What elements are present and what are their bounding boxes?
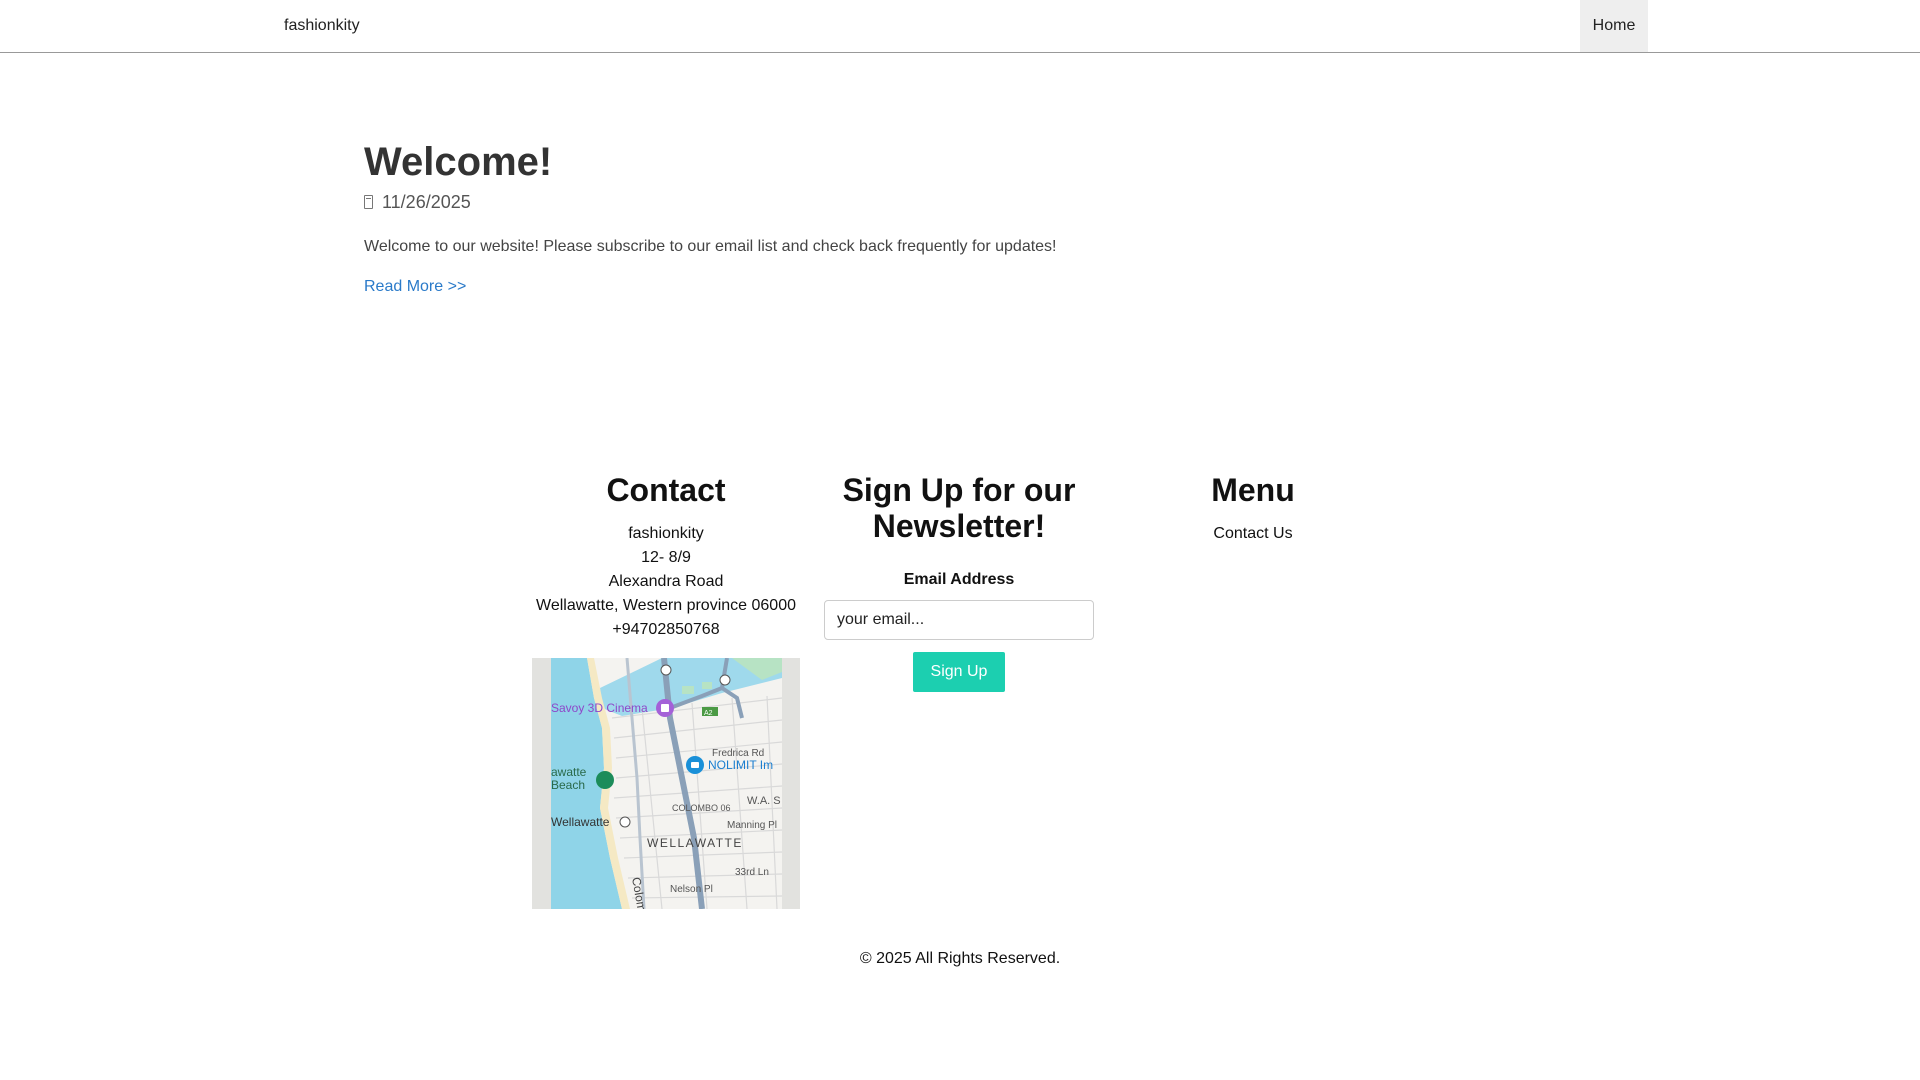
contact-address: fashionkity 12- 8/9 Alexandra Road Wella…: [532, 522, 800, 642]
menu-heading: Menu: [1211, 472, 1295, 508]
contact-line: Wellawatte, Western province 06000: [536, 597, 796, 614]
top-navbar: fashionkity Home: [0, 0, 1920, 53]
post-body: Welcome to our website! Please subscribe…: [364, 238, 1057, 255]
map-label: W.A. S: [747, 795, 781, 807]
map-label: A2: [704, 710, 713, 717]
map-label: NOLIMIT Im: [708, 758, 773, 772]
newsletter-column: Sign Up for our Newsletter! Email Addres…: [824, 472, 1094, 692]
email-input[interactable]: [824, 600, 1094, 640]
map-label: Manning Pl: [727, 820, 777, 831]
map-label: Savoy 3D Cinema: [551, 701, 648, 715]
map-label: Nelson Pl: [670, 884, 713, 895]
newsletter-heading: Sign Up for our Newsletter!: [842, 472, 1076, 544]
map-label: 33rd Ln: [735, 867, 769, 878]
menu-item-contact-us[interactable]: Contact Us: [1118, 522, 1388, 546]
sign-up-button[interactable]: Sign Up: [913, 652, 1005, 692]
contact-phone: +94702850768: [612, 621, 720, 638]
location-map[interactable]: Savoy 3D Cinema A2 Fredrica Rd NOLIMIT I…: [532, 658, 800, 909]
post-date-text: 11/26/2025: [382, 192, 471, 212]
read-more-link[interactable]: Read More >>: [364, 276, 466, 298]
email-label: Email Address: [903, 571, 1015, 588]
map-label: Beach: [551, 778, 585, 792]
contact-line: fashionkity: [628, 525, 704, 542]
map-label: Wellawatte: [551, 815, 610, 829]
map-label: COLOMBO 06: [672, 803, 731, 813]
contact-heading: Contact: [606, 472, 726, 508]
copyright-text: © 2025 All Rights Reserved.: [859, 950, 1061, 967]
nav-home-link[interactable]: Home: [1580, 0, 1648, 52]
contact-line: 12- 8/9: [641, 549, 691, 566]
contact-column: Contact fashionkity 12- 8/9 Alexandra Ro…: [532, 472, 800, 909]
map-label: WELLAWATTE: [647, 836, 743, 850]
post-date: 11/26/2025: [364, 190, 1564, 214]
map-label: awatte: [551, 765, 587, 779]
menu-column: Menu Contact Us: [1118, 472, 1388, 546]
contact-line: Alexandra Road: [608, 573, 724, 590]
post-title: Welcome!: [364, 140, 553, 184]
brand-link[interactable]: fashionkity: [284, 0, 360, 52]
blog-post: Welcome! 11/26/2025 Welcome to our websi…: [364, 138, 1564, 298]
calendar-icon: [364, 195, 373, 209]
